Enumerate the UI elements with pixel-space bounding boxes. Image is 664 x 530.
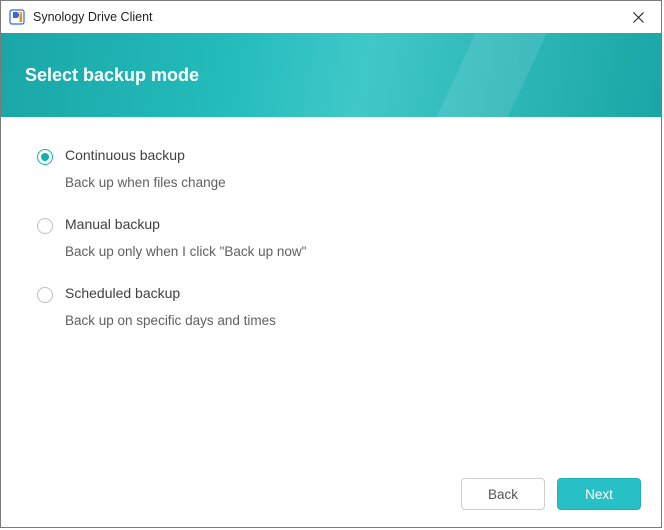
radio-scheduled[interactable] bbox=[37, 287, 53, 303]
close-icon bbox=[633, 12, 644, 23]
close-button[interactable] bbox=[615, 1, 661, 33]
app-icon bbox=[9, 9, 25, 25]
wizard-header: Select backup mode bbox=[1, 33, 661, 117]
titlebar: Synology Drive Client bbox=[1, 1, 661, 33]
next-button[interactable]: Next bbox=[557, 478, 641, 510]
app-window: Synology Drive Client Select backup mode… bbox=[0, 0, 662, 528]
option-continuous: Continuous backup Back up when files cha… bbox=[37, 147, 625, 190]
option-manual: Manual backup Back up only when I click … bbox=[37, 216, 625, 259]
option-label[interactable]: Scheduled backup bbox=[65, 285, 276, 301]
window-title: Synology Drive Client bbox=[33, 10, 153, 24]
header-decoration bbox=[281, 33, 661, 117]
radio-continuous[interactable] bbox=[37, 149, 53, 165]
radio-manual[interactable] bbox=[37, 218, 53, 234]
wizard-footer: Back Next bbox=[1, 461, 661, 527]
option-desc: Back up on specific days and times bbox=[65, 313, 276, 328]
option-scheduled: Scheduled backup Back up on specific day… bbox=[37, 285, 625, 328]
option-desc: Back up only when I click "Back up now" bbox=[65, 244, 306, 259]
wizard-body: Continuous backup Back up when files cha… bbox=[1, 117, 661, 461]
back-button[interactable]: Back bbox=[461, 478, 545, 510]
option-desc: Back up when files change bbox=[65, 175, 226, 190]
option-label[interactable]: Continuous backup bbox=[65, 147, 226, 163]
page-title: Select backup mode bbox=[25, 65, 199, 86]
option-label[interactable]: Manual backup bbox=[65, 216, 306, 232]
